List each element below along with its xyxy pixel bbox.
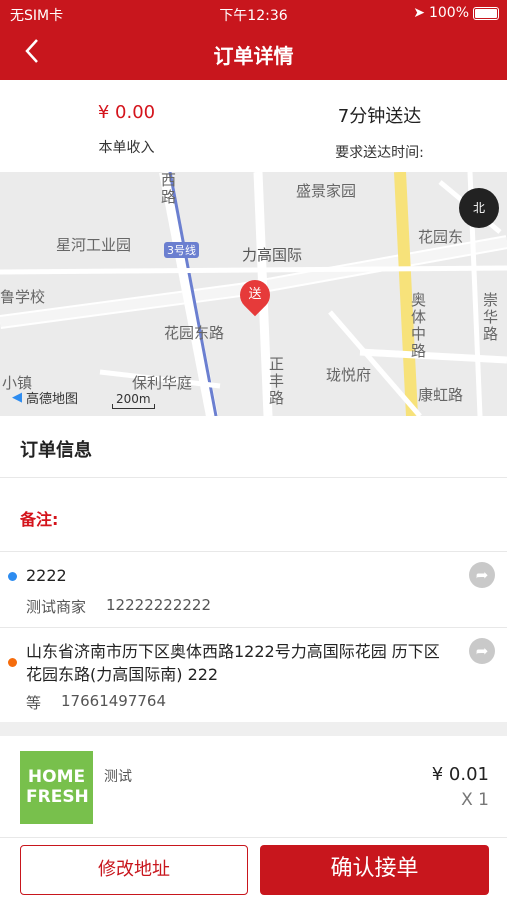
goods-quantity: X 1 bbox=[461, 790, 489, 810]
pickup-name: 2222 bbox=[26, 566, 67, 585]
map-brand: ◀ 高德地图 bbox=[12, 390, 79, 407]
location-icon: ➤ bbox=[413, 5, 425, 21]
map-label: 花园东 bbox=[418, 228, 464, 246]
status-right: ➤ 100% bbox=[413, 5, 499, 21]
footer-actions: 修改地址 确认接单 bbox=[0, 838, 507, 900]
map-label: 奥体中路 bbox=[409, 292, 427, 360]
confirm-order-button[interactable]: 确认接单 bbox=[260, 845, 489, 895]
nav-bar: 订单详情 bbox=[0, 26, 507, 80]
map-label: 星河工业园 bbox=[56, 236, 132, 254]
remark-label: 备注: bbox=[0, 478, 507, 552]
map-label: 康虹路 bbox=[418, 386, 464, 404]
map-label: 正丰路 bbox=[267, 356, 285, 407]
battery-percent: 100% bbox=[428, 5, 469, 21]
income-label: 本单收入 bbox=[98, 140, 155, 156]
goods-item: HOME FRESH 测试 ¥ 0.01 X 1 bbox=[0, 736, 507, 838]
goods-price: ¥ 0.01 bbox=[431, 764, 489, 785]
pickup-contact: 测试商家 12222222222 bbox=[26, 596, 211, 617]
map-label: 盛景家园 bbox=[296, 182, 357, 200]
delivery-value: 7分钟送达 bbox=[337, 106, 422, 127]
dropoff-contact: 等 17661497764 bbox=[26, 692, 166, 713]
status-bar: 无SIM卡 下午12:36 ➤ 100% bbox=[0, 0, 507, 26]
pickup-phone[interactable]: 12222222222 bbox=[106, 596, 211, 617]
goods-name: 测试 bbox=[104, 769, 132, 785]
income-value: ¥ 0.00 bbox=[97, 102, 156, 123]
battery-icon bbox=[473, 6, 499, 20]
dropoff-address-text: 山东省济南市历下区奥体西路1222号力高国际花园 历下区花园东路(力高国际南) … bbox=[26, 642, 440, 684]
map-scale: 200m bbox=[112, 392, 155, 409]
navigation-arrow-icon: ◀ bbox=[12, 390, 22, 405]
dropoff-phone[interactable]: 17661497764 bbox=[61, 692, 166, 713]
pickup-address: 2222 测试商家 12222222222 ➦ bbox=[0, 552, 507, 628]
dropoff-address: 山东省济南市历下区奥体西路1222号力高国际花园 历下区花园东路(力高国际南) … bbox=[0, 628, 507, 722]
delivery-pin-icon: 送 bbox=[233, 273, 277, 317]
map-label: 花园东路 bbox=[164, 324, 225, 342]
merchant-logo: HOME FRESH bbox=[20, 751, 93, 824]
order-info-title: 订单信息 bbox=[0, 416, 507, 478]
dropoff-dot-icon bbox=[8, 658, 17, 667]
income-block: ¥ 0.00 本单收入 bbox=[0, 102, 253, 157]
navigate-arrow-icon[interactable]: ➦ bbox=[469, 638, 495, 664]
map-label: 力高国际 bbox=[242, 246, 303, 264]
pickup-contact-name: 测试商家 bbox=[26, 598, 87, 616]
dropoff-contact-name: 等 bbox=[26, 694, 42, 712]
navigate-arrow-icon[interactable]: ➦ bbox=[469, 562, 495, 588]
compass-icon[interactable]: 北 bbox=[459, 188, 499, 228]
map-label: 珑悦府 bbox=[326, 366, 372, 384]
metro-line-badge: 3号线 bbox=[164, 242, 199, 258]
map-label: 鲁学校 bbox=[0, 288, 46, 306]
order-summary: ¥ 0.00 本单收入 7分钟送达 要求送达时间: bbox=[0, 80, 507, 172]
map-label: 保利华庭 bbox=[132, 374, 193, 392]
page-title: 订单详情 bbox=[213, 44, 294, 68]
map-view[interactable]: 西路 盛景家园 星河工业园 3号线 力高国际 花园东 鲁学校 花园东路 正丰路 … bbox=[0, 172, 507, 416]
section-divider bbox=[0, 722, 507, 736]
map-label: 西路 bbox=[159, 172, 177, 206]
pickup-dot-icon bbox=[8, 572, 17, 581]
map-label: 崇华路 bbox=[481, 292, 499, 343]
delivery-block: 7分钟送达 要求送达时间: bbox=[253, 102, 506, 162]
edit-address-button[interactable]: 修改地址 bbox=[20, 845, 248, 895]
delivery-label: 要求送达时间: bbox=[335, 145, 424, 161]
